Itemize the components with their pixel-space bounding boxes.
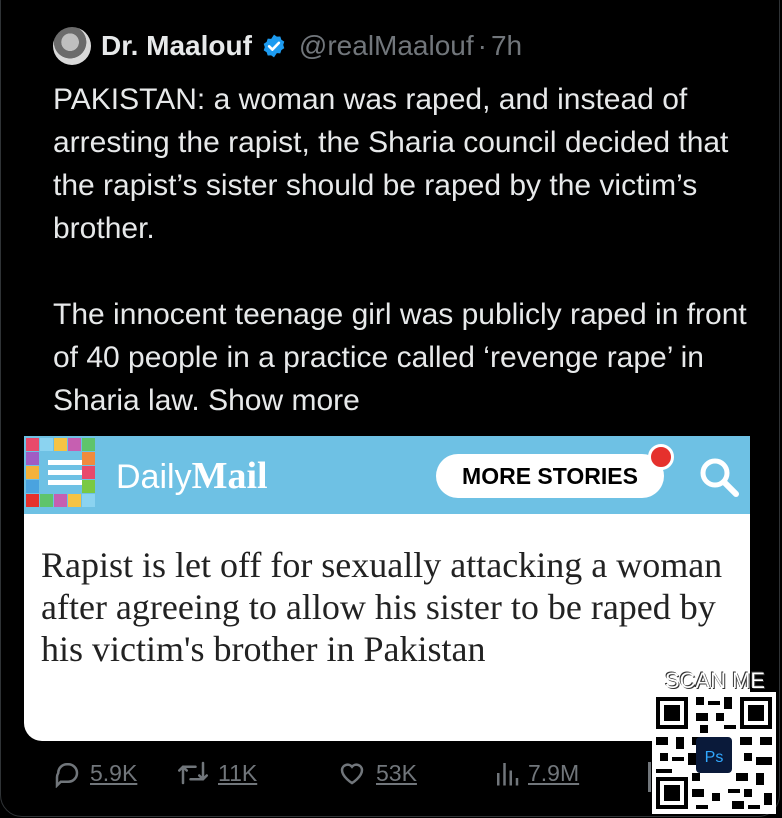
bookmark-icon[interactable] <box>648 762 651 792</box>
reply-button[interactable]: 5.9K <box>52 758 137 788</box>
tweet-paragraph-1: PAKISTAN: a woman was raped, and instead… <box>53 83 729 245</box>
display-name[interactable]: Dr. Maalouf <box>101 30 252 62</box>
notification-dot-icon <box>648 444 674 470</box>
separator-dot: · <box>477 30 487 61</box>
ps-badge-text: Ps <box>705 749 724 766</box>
menu-icon <box>48 460 82 490</box>
avatar[interactable] <box>53 27 91 65</box>
article-headline: Rapist is let off for sexually attacking… <box>41 545 723 669</box>
dailymail-header-bar: DailyMail MORE STORIES <box>24 436 750 514</box>
tweet-text: PAKISTAN: a woman was raped, and instead… <box>53 78 753 422</box>
repost-button[interactable]: 11K <box>176 758 257 788</box>
logo-mail-text: Mail <box>191 455 268 497</box>
search-icon <box>700 458 739 497</box>
tweet-media-image[interactable]: DailyMail MORE STORIES Rapist is let off… <box>24 436 750 741</box>
repost-count: 11K <box>218 759 258 786</box>
show-more-link[interactable]: Show more <box>208 384 360 417</box>
scan-me-label: SCAN ME <box>664 668 766 693</box>
tweet-header: Dr. Maalouf @realMaalouf · 7h <box>53 24 522 68</box>
views-count: 7.9M <box>528 759 580 786</box>
qr-code-icon: Ps <box>652 692 776 814</box>
views-chart-icon <box>497 763 519 786</box>
dailymail-logo: DailyMail <box>116 454 268 498</box>
like-button[interactable]: 53K <box>336 758 417 788</box>
verified-badge-icon <box>263 34 285 58</box>
views-button[interactable]: 7.9M <box>494 758 579 788</box>
reply-icon <box>55 763 79 788</box>
timestamp[interactable]: 7h <box>491 30 522 62</box>
scan-me-watermark: SCAN ME Ps <box>652 668 778 814</box>
reply-count: 5.9K <box>90 759 138 786</box>
tweet-paragraph-2: The innocent teenage girl was publicly r… <box>53 293 753 422</box>
heart-icon <box>340 763 364 785</box>
tweet-paragraph-2-text: The innocent teenage girl was publicly r… <box>53 298 747 417</box>
repost-icon <box>178 761 208 785</box>
logo-daily-text: Daily <box>116 458 192 496</box>
handle[interactable]: @realMaalouf <box>299 30 474 62</box>
like-count: 53K <box>376 759 417 786</box>
more-stories-button: MORE STORIES <box>436 454 664 498</box>
